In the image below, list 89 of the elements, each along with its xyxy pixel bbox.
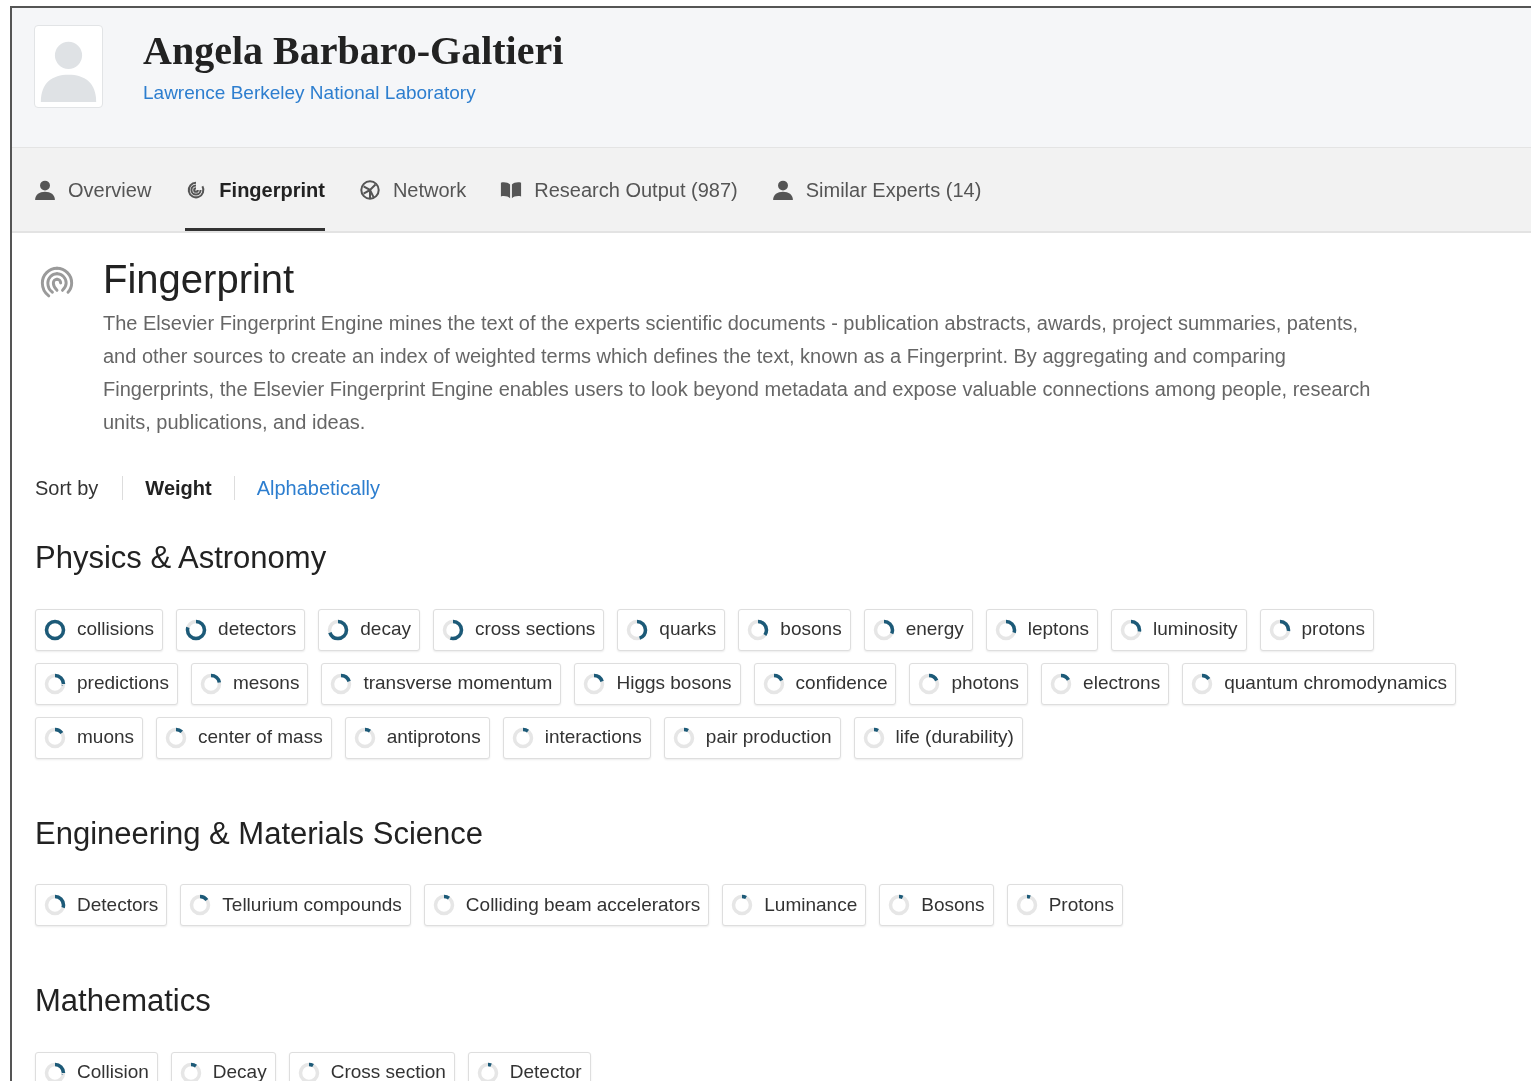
concept-tag[interactable]: Collision xyxy=(35,1051,158,1081)
concept-tag[interactable]: electrons xyxy=(1041,662,1170,705)
weight-ring-icon xyxy=(43,1060,67,1081)
avatar-icon xyxy=(34,25,103,108)
weight-ring-icon xyxy=(887,893,912,917)
description-line: The Elsevier Fingerprint Engine mines the text of the experts scientific documents - publication abstracts, awards, project summaries, patents, xyxy=(103,311,1359,336)
weight-ring-icon xyxy=(352,725,377,750)
concept-tag[interactable]: quantum chromodynamics xyxy=(1182,662,1457,705)
group-title: Physics & Astronomy xyxy=(35,539,327,577)
concept-tag[interactable]: Cross section xyxy=(288,1051,455,1081)
concept-tag[interactable]: life (durability) xyxy=(853,716,1023,759)
concept-tag[interactable]: muons xyxy=(35,716,144,759)
nav-tab[interactable]: Overview xyxy=(34,148,152,231)
concept-tag[interactable]: Bosons xyxy=(879,884,994,926)
nav-tab[interactable]: Network xyxy=(358,148,467,231)
weight-ring-icon xyxy=(993,617,1018,642)
concept-tag[interactable]: Colliding beam accelerators xyxy=(423,884,710,926)
weight-ring-icon xyxy=(43,725,67,750)
concept-tag[interactable]: energy xyxy=(863,608,973,651)
weight-ring-icon xyxy=(746,617,771,642)
concept-tag[interactable]: predictions xyxy=(35,662,178,705)
concept-tag[interactable]: interactions xyxy=(502,716,651,759)
concept-tag[interactable]: Luminance xyxy=(722,884,867,926)
weight-ring-icon xyxy=(475,1060,500,1081)
concept-tag[interactable]: bosons xyxy=(738,608,851,651)
weight-ring-icon xyxy=(671,725,696,750)
nav-tab[interactable]: Fingerprint xyxy=(185,148,325,231)
weight-ring-icon xyxy=(917,671,942,696)
sort-label: Sort by xyxy=(35,476,100,501)
weight-ring-icon xyxy=(43,617,67,642)
weight-ring-icon xyxy=(184,617,209,642)
concept-tag[interactable]: cross sections xyxy=(432,608,605,651)
concept-tag[interactable]: detectors xyxy=(176,608,306,651)
weight-ring-icon xyxy=(861,725,886,750)
concept-tag[interactable]: pair production xyxy=(663,716,841,759)
concept-tag[interactable]: Detectors xyxy=(35,884,168,926)
weight-ring-icon xyxy=(43,671,67,696)
group-title: Mathematics xyxy=(35,982,211,1020)
concept-tag[interactable]: luminosity xyxy=(1111,608,1247,651)
weight-ring-icon xyxy=(510,725,535,750)
concept-tag[interactable]: photons xyxy=(909,662,1029,705)
weight-ring-icon xyxy=(871,617,896,642)
weight-ring-icon xyxy=(625,617,650,642)
weight-ring-icon xyxy=(296,1060,321,1081)
weight-ring-icon xyxy=(440,617,465,642)
weight-ring-icon xyxy=(730,893,755,917)
weight-ring-icon xyxy=(1014,893,1039,917)
person-name: Angela Barbaro-Galtieri xyxy=(143,27,564,75)
weight-ring-icon xyxy=(178,1060,203,1081)
concept-tag[interactable]: Detector xyxy=(467,1051,591,1081)
concept-tag[interactable]: antiprotons xyxy=(344,716,490,759)
concept-tag[interactable]: center of mass xyxy=(156,716,332,759)
concept-tag[interactable]: Higgs bosons xyxy=(574,662,741,705)
weight-ring-icon xyxy=(43,893,67,917)
concept-tag[interactable]: transverse momentum xyxy=(321,662,562,705)
nav-tab[interactable]: Research Output (987) xyxy=(500,148,738,231)
description-line: Fingerprints, the Elsevier Fingerprint Engine enables users to look beyond metadata and expose valuable connections among people, research xyxy=(103,377,1371,402)
group-title: Engineering & Materials Science xyxy=(35,814,484,853)
weight-ring-icon xyxy=(582,671,607,696)
weight-ring-icon xyxy=(1190,671,1215,696)
concept-tag[interactable]: mesons xyxy=(190,662,309,705)
person-icon xyxy=(771,178,794,201)
description-line: and other sources to create an index of weighted terms which defines the text, known as a Fingerprint. By aggregating and comparing xyxy=(103,344,1286,369)
concept-tag[interactable]: Protons xyxy=(1006,884,1124,926)
weight-ring-icon xyxy=(1049,671,1074,696)
concept-tag[interactable]: protons xyxy=(1259,608,1374,651)
sort-option[interactable]: Alphabetically xyxy=(256,473,381,503)
weight-ring-icon xyxy=(329,671,354,696)
weight-ring-icon xyxy=(188,893,213,917)
weight-ring-icon xyxy=(164,725,189,750)
concept-tag[interactable]: Tellurium compounds xyxy=(180,884,411,926)
affiliation-link[interactable]: Lawrence Berkeley National Laboratory xyxy=(143,79,564,108)
concept-tag[interactable]: leptons xyxy=(985,608,1099,651)
weight-ring-icon xyxy=(431,893,456,917)
sort-option[interactable]: Weight xyxy=(145,473,212,503)
person-icon xyxy=(34,178,56,201)
description-line: units, publications, and ideas. xyxy=(103,410,366,435)
concept-tag[interactable]: decay xyxy=(318,608,420,651)
weight-ring-icon xyxy=(198,671,223,696)
weight-ring-icon xyxy=(1267,617,1292,642)
nav-tab[interactable]: Similar Experts (14) xyxy=(771,148,982,231)
concept-tag[interactable]: confidence xyxy=(753,662,897,705)
concept-tag[interactable]: collisions xyxy=(35,608,164,651)
section-title: Fingerprint xyxy=(103,256,296,303)
weight-ring-icon xyxy=(1119,617,1144,642)
globe-icon xyxy=(358,178,381,201)
weight-ring-icon xyxy=(326,617,351,642)
weight-ring-icon xyxy=(761,671,786,696)
concept-tag[interactable]: quarks xyxy=(617,608,726,651)
